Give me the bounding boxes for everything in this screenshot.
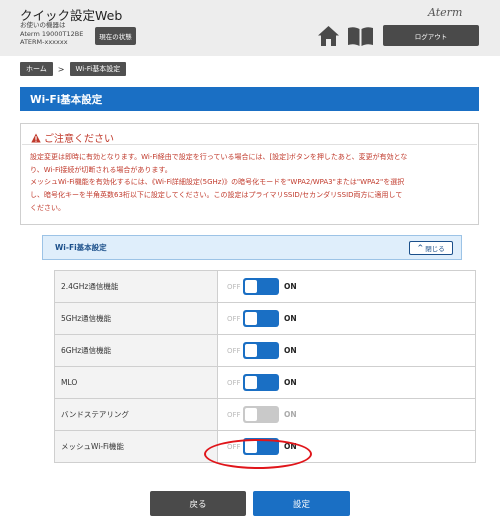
table-row: 5GHz通信機能 OFF ON: [54, 302, 476, 335]
toggle-mesh-wifi[interactable]: OFF ON: [218, 438, 475, 455]
setting-label: 6GHz通信機能: [54, 334, 218, 367]
setting-control: OFF ON: [217, 430, 476, 463]
notice-line: メッシュWi-Fi機能を有効化するには、《Wi-Fi詳細設定(5GHz)》の暗号…: [30, 178, 405, 187]
setting-label: 5GHz通信機能: [54, 302, 218, 335]
toggle-off-label: OFF: [227, 410, 241, 419]
breadcrumb-home[interactable]: ホーム: [20, 62, 53, 76]
device-label: お使いの機器は: [20, 21, 66, 29]
toggle-switch[interactable]: [243, 438, 279, 455]
toggle-state: ON: [284, 378, 297, 387]
setting-label: MLO: [54, 366, 218, 399]
notice-line: ください。: [30, 203, 65, 212]
toggle-switch[interactable]: [243, 342, 279, 359]
setting-control: OFF ON: [217, 366, 476, 399]
settings-table: 2.4GHz通信機能 OFF ON 5GHz通信機能 OFF ON 6GHz通信…: [54, 270, 476, 463]
toggle-state: ON: [284, 314, 297, 323]
toggle-off-label: OFF: [227, 346, 241, 355]
setting-control: OFF ON: [217, 398, 476, 431]
toggle-state: ON: [284, 346, 297, 355]
notice-line: 設定変更は即時に有効となります。Wi-Fi経由で設定を行っている場合には、[設定…: [30, 153, 408, 161]
back-button[interactable]: 戻る: [150, 491, 246, 516]
setting-control: OFF ON: [217, 270, 476, 303]
table-row: 2.4GHz通信機能 OFF ON: [54, 270, 476, 303]
chevron-up-icon: ^: [417, 244, 424, 252]
toggle-state: ON: [284, 442, 297, 451]
device-model: Aterm 19000T12BE: [20, 29, 84, 38]
submit-button[interactable]: 設定: [253, 491, 350, 516]
toggle-state: ON: [284, 282, 297, 291]
toggle-off-label: OFF: [227, 442, 241, 451]
toggle-state: ON: [284, 410, 297, 419]
toggle-6ghz[interactable]: OFF ON: [218, 342, 475, 359]
breadcrumb-separator: >: [57, 64, 65, 74]
toggle-24ghz[interactable]: OFF ON: [218, 278, 475, 295]
toggle-off-label: OFF: [227, 282, 241, 291]
toggle-off-label: OFF: [227, 378, 241, 387]
book-icon[interactable]: [347, 26, 374, 47]
section-header: Wi-Fi基本設定 ^ 閉じる: [42, 235, 462, 260]
notice-line: り、Wi-Fi接続が切断される場合があります。: [30, 165, 172, 174]
breadcrumb: ホーム > Wi-Fi基本設定: [20, 62, 127, 76]
toggle-switch[interactable]: [243, 310, 279, 327]
warning-icon: [31, 133, 41, 142]
table-row: バンドステアリング OFF ON: [54, 398, 476, 431]
home-icon[interactable]: [317, 25, 340, 47]
breadcrumb-current: Wi-Fi基本設定: [69, 62, 127, 76]
collapse-button[interactable]: ^ 閉じる: [409, 241, 453, 255]
toggle-switch: [243, 406, 279, 423]
setting-label: バンドステアリング: [54, 398, 218, 431]
collapse-button-label: 閉じる: [425, 245, 445, 253]
setting-label: メッシュWi-Fi機能: [54, 430, 218, 463]
toggle-mlo[interactable]: OFF ON: [218, 374, 475, 391]
toggle-5ghz[interactable]: OFF ON: [218, 310, 475, 327]
setting-label: 2.4GHz通信機能: [54, 270, 218, 303]
notice-title-text: ご注意ください: [44, 134, 114, 145]
header: クイック設定Web お使いの機器は Aterm 19000T12BE ATERM…: [0, 0, 500, 56]
notice-title: ご注意ください: [31, 130, 114, 145]
device-name: ATERM-xxxxxx: [20, 38, 68, 46]
setting-control: OFF ON: [217, 302, 476, 335]
section-title: Wi-Fi基本設定: [55, 243, 107, 252]
toggle-band-steering: OFF ON: [218, 406, 475, 423]
table-row: MLO OFF ON: [54, 366, 476, 399]
toggle-off-label: OFF: [227, 314, 241, 323]
setting-control: OFF ON: [217, 334, 476, 367]
notice-divider: [22, 144, 477, 145]
brand-logo: Aterm: [428, 6, 463, 19]
table-row: 6GHz通信機能 OFF ON: [54, 334, 476, 367]
device-info: お使いの機器は Aterm 19000T12BE ATERM-xxxxxx: [20, 21, 83, 47]
current-status-button[interactable]: 現在の状態: [95, 27, 136, 45]
toggle-switch[interactable]: [243, 278, 279, 295]
notice-box: ご注意ください 設定変更は即時に有効となります。Wi-Fi経由で設定を行っている…: [20, 123, 479, 225]
notice-line: し、暗号化キーを半角英数63桁以下に設定してください。この設定はプライマリSSI…: [30, 191, 403, 200]
page-title: Wi-Fi基本設定: [20, 87, 479, 111]
toggle-switch[interactable]: [243, 374, 279, 391]
notice-body: 設定変更は即時に有効となります。Wi-Fi経由で設定を行っている場合には、[設定…: [30, 151, 470, 215]
table-row: メッシュWi-Fi機能 OFF ON: [54, 430, 476, 463]
logout-button[interactable]: ログアウト: [383, 25, 479, 46]
